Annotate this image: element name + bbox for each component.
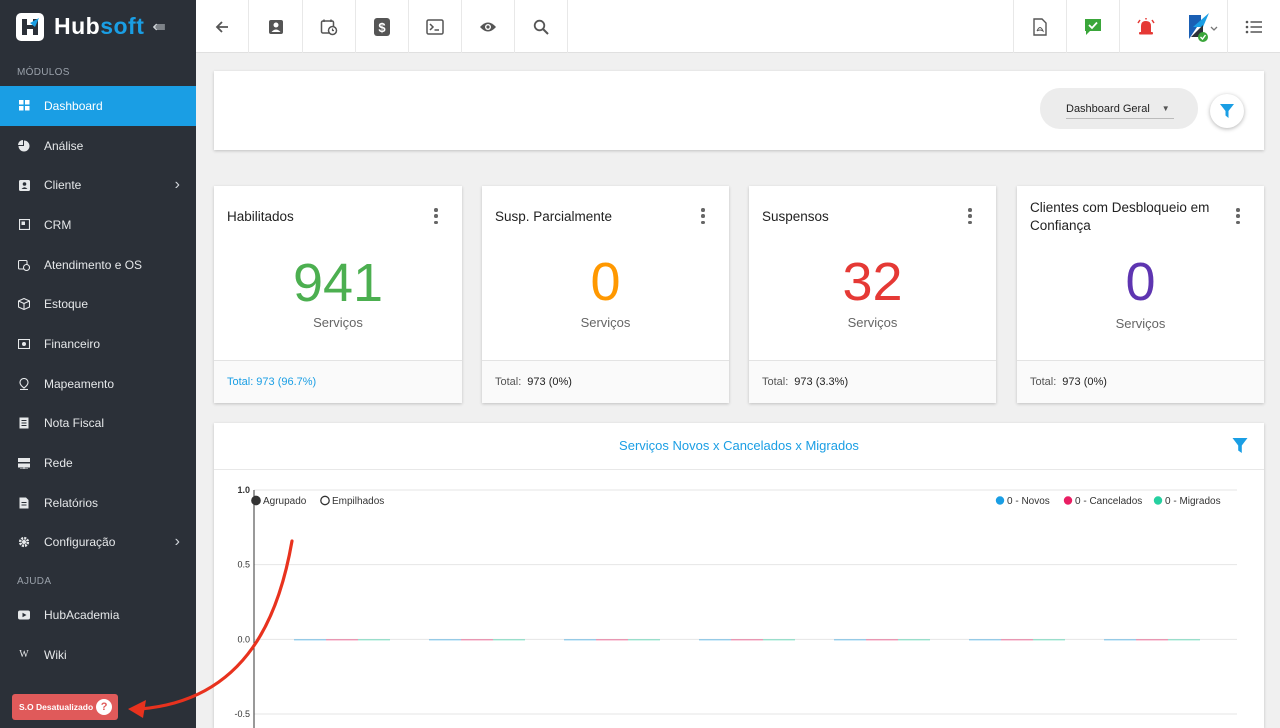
annotation-arrow: [128, 539, 294, 718]
